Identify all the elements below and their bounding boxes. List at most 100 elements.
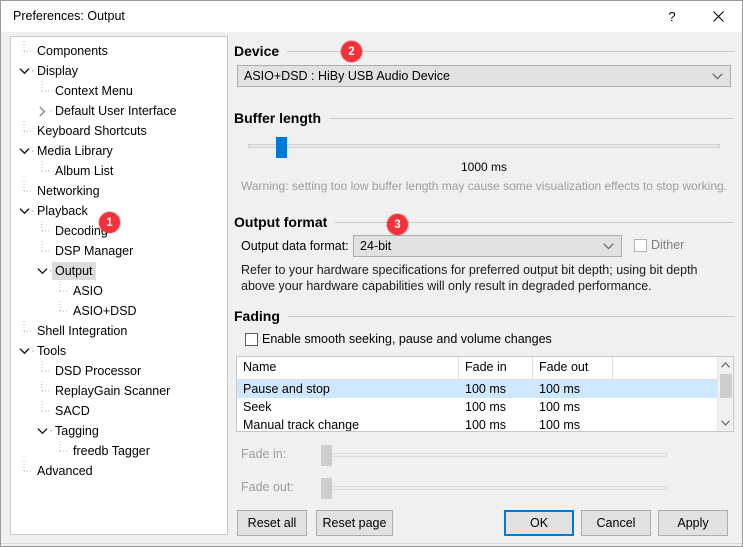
sidebar-item-context-menu[interactable]: Context Menu <box>11 81 227 101</box>
slider-track <box>325 486 667 490</box>
dither-checkbox-row[interactable]: Dither <box>634 238 684 252</box>
chevron-down-icon[interactable] <box>17 61 31 81</box>
output-data-format-combobox[interactable]: 24-bit <box>353 235 622 257</box>
chevron-down-icon <box>712 66 723 86</box>
preferences-window: Preferences: Output ? Components·Display… <box>0 0 743 547</box>
sidebar-item-asio[interactable]: ASIO <box>11 281 227 301</box>
table-row[interactable]: Manual track change100 ms100 ms <box>237 416 733 432</box>
device-group-header: Device <box>234 41 734 61</box>
fading-table[interactable]: Name Fade in Fade out Pause and stop100 … <box>236 356 734 432</box>
column-header-fade-out[interactable]: Fade out <box>533 357 613 379</box>
tree-connector-icon <box>35 241 49 261</box>
scrollbar-thumb[interactable] <box>720 374 732 398</box>
cell-name: Pause and stop <box>237 380 459 398</box>
close-button[interactable] <box>695 1 741 31</box>
slider-thumb[interactable] <box>321 478 332 499</box>
output-settings-panel: Device ASIO+DSD : HiBy USB Audio Device … <box>234 34 734 504</box>
title-bar: Preferences: Output ? <box>1 1 742 32</box>
sidebar-item-label: Media Library <box>34 142 116 160</box>
sidebar-item-default-user-interface[interactable]: ·Default User Interface <box>11 101 227 121</box>
sidebar-item-album-list[interactable]: Album List <box>11 161 227 181</box>
table-row[interactable]: Pause and stop100 ms100 ms <box>237 380 733 398</box>
fade-out-slider[interactable] <box>317 475 731 499</box>
sidebar-item-freedb-tagger[interactable]: freedb Tagger <box>11 441 227 461</box>
slider-thumb[interactable] <box>276 137 287 158</box>
sidebar-item-sacd[interactable]: SACD <box>11 401 227 421</box>
output-format-group-title: Output format <box>234 214 335 230</box>
reset-page-button[interactable]: Reset page <box>316 510 393 536</box>
sidebar-item-label: Display <box>34 62 81 80</box>
dither-checkbox[interactable] <box>634 239 647 252</box>
chevron-right-icon[interactable] <box>35 101 49 121</box>
sidebar-item-label: DSP Manager <box>52 242 136 260</box>
sidebar-item-label: Default User Interface <box>52 102 180 120</box>
sidebar-item-advanced[interactable]: Advanced <box>11 461 227 481</box>
sidebar-item-tagging[interactable]: ·Tagging <box>11 421 227 441</box>
slider-track <box>248 144 720 148</box>
preferences-tree[interactable]: Components·DisplayContext Menu·Default U… <box>10 36 228 535</box>
buffer-group-title: Buffer length <box>234 110 329 126</box>
sidebar-item-keyboard-shortcuts[interactable]: Keyboard Shortcuts <box>11 121 227 141</box>
cell-fade-out: 100 ms <box>533 416 613 432</box>
sidebar-item-shell-integration[interactable]: Shell Integration <box>11 321 227 341</box>
output-data-format-value: 24-bit <box>360 239 391 253</box>
chevron-down-icon[interactable] <box>17 201 31 221</box>
tree-connector-icon <box>17 461 31 481</box>
enable-fading-checkbox-row[interactable]: Enable smooth seeking, pause and volume … <box>245 332 552 346</box>
sidebar-item-dsd-processor[interactable]: DSD Processor <box>11 361 227 381</box>
chevron-down-icon[interactable] <box>35 261 49 281</box>
chevron-down-icon[interactable] <box>17 341 31 361</box>
fading-group-header: Fading <box>234 306 734 326</box>
sidebar-item-components[interactable]: Components <box>11 41 227 61</box>
question-mark-icon: ? <box>668 9 675 24</box>
sidebar-item-label: Playback <box>34 202 91 220</box>
table-scrollbar[interactable] <box>717 357 733 431</box>
sidebar-item-label: Networking <box>34 182 103 200</box>
sidebar-item-label: ASIO+DSD <box>70 302 140 320</box>
cell-fade-in: 100 ms <box>459 416 533 432</box>
annotation-badge-3: 3 <box>387 214 408 235</box>
sidebar-item-label: DSD Processor <box>52 362 144 380</box>
cell-name: Seek <box>237 398 459 416</box>
reset-all-button[interactable]: Reset all <box>237 510 307 536</box>
close-icon <box>713 11 724 22</box>
sidebar-item-output[interactable]: ·Output <box>11 261 227 281</box>
slider-thumb[interactable] <box>321 445 332 466</box>
enable-fading-checkbox[interactable] <box>245 333 258 346</box>
buffer-length-slider[interactable] <box>248 135 720 155</box>
column-header-name[interactable]: Name <box>237 357 459 379</box>
apply-button[interactable]: Apply <box>658 510 728 536</box>
sidebar-item-media-library[interactable]: ·Media Library <box>11 141 227 161</box>
column-header-fade-in[interactable]: Fade in <box>459 357 533 379</box>
chevron-down-icon[interactable] <box>35 421 49 441</box>
tree-connector-icon <box>35 401 49 421</box>
chevron-down-icon[interactable] <box>17 141 31 161</box>
table-row[interactable]: Seek100 ms100 ms <box>237 398 733 416</box>
sidebar-item-display[interactable]: ·Display <box>11 61 227 81</box>
chevron-up-icon[interactable] <box>718 357 733 373</box>
divider <box>1 543 742 544</box>
column-header-blank[interactable] <box>613 357 718 379</box>
chevron-down-icon[interactable] <box>718 415 733 431</box>
ok-button[interactable]: OK <box>504 510 574 536</box>
tree-connector-icon <box>17 41 31 61</box>
fading-group-title: Fading <box>234 308 288 324</box>
sidebar-item-tools[interactable]: ·Tools <box>11 341 227 361</box>
sidebar-item-replaygain-scanner[interactable]: ReplayGain Scanner <box>11 381 227 401</box>
table-header-row: Name Fade in Fade out <box>237 357 733 380</box>
annotation-badge-2: 2 <box>341 41 362 62</box>
sidebar-item-label: Advanced <box>34 462 96 480</box>
tree-connector-icon <box>35 361 49 381</box>
sidebar-item-networking[interactable]: Networking <box>11 181 227 201</box>
fade-out-row: Fade out: <box>241 475 731 499</box>
sidebar-item-asio-dsd[interactable]: ASIO+DSD <box>11 301 227 321</box>
device-combobox[interactable]: ASIO+DSD : HiBy USB Audio Device <box>237 65 731 87</box>
help-button[interactable]: ? <box>649 1 695 31</box>
dialog-button-bar: Reset all Reset page OK Cancel Apply <box>234 510 734 536</box>
fade-in-slider[interactable] <box>317 442 731 466</box>
group-rule <box>329 118 734 119</box>
sidebar-item-label: ASIO <box>70 282 106 300</box>
cancel-button[interactable]: Cancel <box>581 510 651 536</box>
tree-connector-icon <box>17 181 31 201</box>
sidebar-item-dsp-manager[interactable]: DSP Manager <box>11 241 227 261</box>
